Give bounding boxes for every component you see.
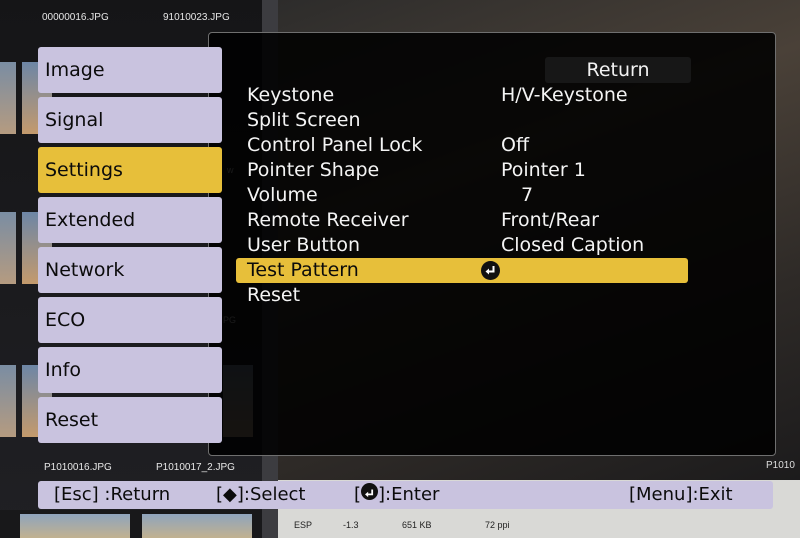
enter-hint: [ ]:Enter (354, 481, 439, 509)
menu-item-value: Front/Rear (501, 209, 599, 231)
menu-item-label: Keystone (247, 84, 335, 106)
menu-item-reset[interactable]: Reset (236, 283, 688, 308)
esc-hint: [Esc] :Return (54, 484, 171, 505)
enter-hint-prefix: [ (354, 484, 362, 505)
category-settings[interactable]: Settings (38, 147, 222, 193)
help-bar: [Esc] :Return [◆]:Select [ ]:Enter [Menu]… (38, 481, 773, 509)
return-button[interactable]: Return (545, 57, 691, 83)
info-resolution: 72 ppi (485, 520, 510, 530)
menu-item-label: Volume (247, 184, 318, 206)
photo-thumbnail (0, 62, 16, 134)
menu-item-value: H/V-Keystone (501, 84, 628, 106)
category-eco[interactable]: ECO (38, 297, 222, 343)
thumbnail-filename: 91010023.JPG (163, 12, 230, 23)
menu-item-label: Control Panel Lock (247, 134, 423, 156)
menu-item-label: User Button (247, 234, 360, 256)
category-image[interactable]: Image (38, 47, 222, 93)
menu-exit-hint: [Menu]:Exit (629, 484, 733, 505)
category-info[interactable]: Info (38, 347, 222, 393)
info-file-size: 651 KB (402, 520, 432, 530)
menu-item-value: 7 (521, 184, 534, 206)
select-hint: [◆]:Select (216, 484, 306, 505)
enter-hint-suffix: ]:Enter (378, 484, 440, 505)
menu-item-remote-receiver[interactable]: Remote Receiver Front/Rear (236, 208, 688, 233)
menu-item-label: Remote Receiver (247, 209, 409, 231)
menu-item-user-button[interactable]: User Button Closed Caption (236, 233, 688, 258)
menu-item-pointer-shape[interactable]: Pointer Shape Pointer 1 (236, 158, 688, 183)
category-extended[interactable]: Extended (38, 197, 222, 243)
menu-item-test-pattern[interactable]: Test Pattern (236, 258, 688, 283)
info-label: ESP (294, 520, 313, 530)
category-signal[interactable]: Signal (38, 97, 222, 143)
menu-item-volume[interactable]: Volume 7 (236, 183, 688, 208)
menu-item-label: Pointer Shape (247, 159, 380, 181)
info-exposure: -1.3 (343, 520, 359, 530)
menu-item-label: Split Screen (247, 109, 361, 131)
photo-thumbnail (20, 514, 130, 538)
menu-item-control-panel-lock[interactable]: Control Panel Lock Off (236, 133, 688, 158)
thumbnail-filename: P1010016.JPG (44, 462, 112, 473)
thumbnail-filename: 00000016.JPG (42, 12, 109, 23)
menu-item-keystone[interactable]: Keystone H/V-Keystone (236, 83, 688, 108)
category-reset[interactable]: Reset (38, 397, 222, 443)
menu-item-label: Test Pattern (247, 259, 359, 281)
photo-thumbnail (0, 365, 16, 437)
menu-item-value: Pointer 1 (501, 159, 586, 181)
category-network[interactable]: Network (38, 247, 222, 293)
enter-icon (361, 483, 379, 500)
menu-item-value: Closed Caption (501, 234, 645, 256)
enter-icon (481, 261, 500, 280)
menu-item-split-screen[interactable]: Split Screen (236, 108, 688, 133)
menu-item-label: Reset (247, 284, 301, 306)
menu-item-value: Off (501, 134, 530, 156)
thumbnail-filename: P1010 (766, 460, 795, 471)
photo-thumbnail (0, 212, 16, 284)
thumbnail-filename: P1010017_2.JPG (156, 462, 235, 473)
photo-thumbnail (142, 514, 252, 538)
